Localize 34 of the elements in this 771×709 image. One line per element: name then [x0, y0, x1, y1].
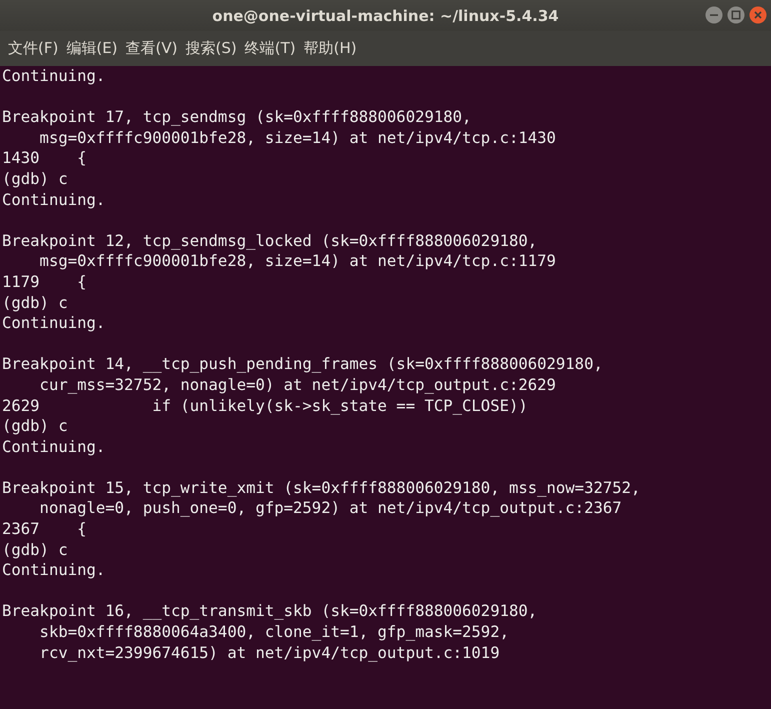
maximize-icon[interactable]	[727, 6, 745, 24]
terminal-line: rcv_nxt=2399674615) at net/ipv4/tcp_output.c:1019	[38, 642, 500, 664]
terminal-line: 1430 {	[2, 148, 86, 169]
terminal-line: 2367 {	[2, 519, 86, 540]
terminal-line: nonagle=0, push_one=0, gfp=2592) at net/ipv4/tcp_output.c:2367	[38, 498, 622, 520]
menu-item[interactable]: 编辑(E)	[64, 39, 124, 58]
close-icon[interactable]	[749, 6, 767, 24]
terminal-line: (gdb) c	[2, 416, 68, 437]
minimize-icon[interactable]	[705, 6, 723, 24]
terminal-line: Breakpoint 17, tcp_sendmsg (sk=0xffff888006029180,	[2, 107, 472, 128]
terminal-line: 2629 if (unlikely(sk->sk_state == TCP_CLOSE))	[2, 396, 528, 416]
terminal-line: (gdb) c	[2, 168, 68, 190]
terminal-line: Continuing.	[2, 313, 106, 334]
terminal-line: Continuing.	[2, 560, 106, 581]
terminal-line: (gdb) c	[2, 540, 68, 560]
terminal-line: Continuing.	[2, 436, 106, 458]
menu-item[interactable]: 搜索(S)	[184, 39, 243, 58]
terminal-line: 1179 {	[2, 272, 86, 293]
terminal-line: skb=0xffff8880064a3400, clone_it=1, gfp_mask=2592,	[38, 622, 509, 643]
terminal-line: Continuing.	[2, 190, 106, 210]
terminal-line: (gdb) c	[2, 292, 68, 314]
terminal-line: Breakpoint 15, tcp_write_xmit (sk=0xffff888006029180, mss_now=32752,	[2, 478, 640, 498]
terminal-line: Breakpoint 14, __tcp_push_pending_frames (sk=0xffff888006029180,	[2, 354, 603, 375]
terminal-line: Breakpoint 16, __tcp_transmit_skb (sk=0xffff888006029180,	[2, 601, 538, 622]
menu-item[interactable]: 帮助(H)	[302, 39, 363, 58]
terminal-line: msg=0xffffc900001bfe28, size=14) at net/ipv4/tcp.c:1179	[38, 251, 556, 272]
menu-item[interactable]: 查看(V)	[124, 39, 184, 58]
terminal-line: Breakpoint 12, tcp_sendmsg_locked (sk=0xffff888006029180,	[2, 230, 538, 252]
terminal-line: cur_mss=32752, nonagle=0) at net/ipv4/tcp_output.c:2629	[38, 374, 556, 396]
window-title: one@one-virtual-machine: ~/linux-5.4.34	[212, 6, 559, 24]
menu-item[interactable]: 文件(F)	[6, 39, 64, 58]
terminal-line: msg=0xffffc900001bfe28, size=14) at net/ipv4/tcp.c:1430	[38, 128, 556, 148]
terminal-line: Continuing.	[2, 66, 106, 87]
menu-item[interactable]: 终端(T)	[242, 39, 302, 58]
